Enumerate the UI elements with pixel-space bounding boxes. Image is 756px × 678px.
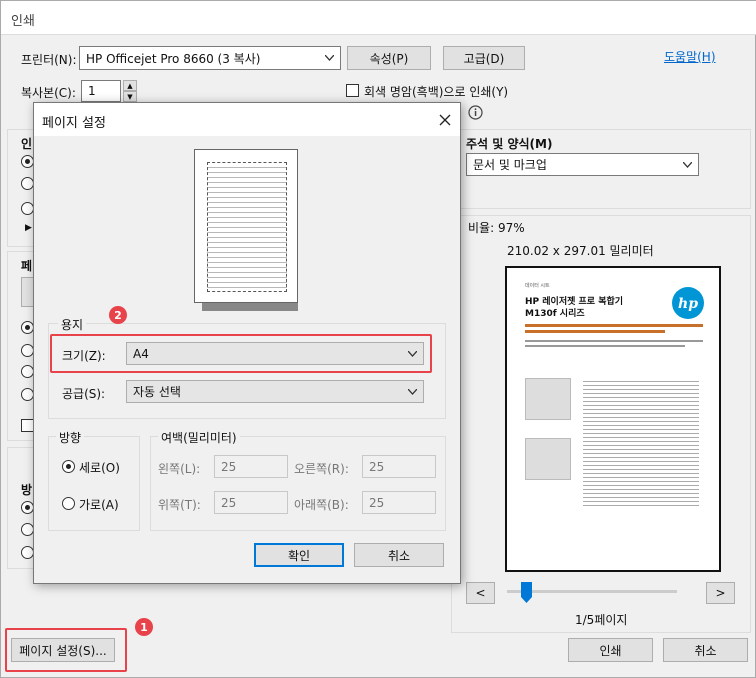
- portrait-label: 세로(O): [79, 461, 120, 475]
- source-select[interactable]: 자동 선택: [126, 380, 424, 403]
- chevron-down-icon: [408, 388, 417, 395]
- grayscale-checkbox[interactable]: [346, 84, 359, 97]
- preview-intro-line-2: [525, 330, 665, 333]
- page-handling-heading: 페: [21, 259, 33, 273]
- paper-group-label: 용지: [58, 316, 87, 333]
- print-window: 인쇄 프린터(N): HP Officejet Pro 8660 (3 복사) …: [0, 0, 756, 678]
- margins-group: [150, 436, 446, 531]
- right-margin-label: 오른쪽(R):: [294, 462, 349, 476]
- comments-select[interactable]: 문서 및 마크업: [466, 153, 699, 176]
- close-icon[interactable]: [439, 114, 451, 126]
- title-bar: 인쇄: [1, 1, 756, 35]
- highlight-size: [50, 334, 432, 373]
- left-margin-label: 왼쪽(L):: [158, 462, 201, 476]
- print-range-heading: 인: [21, 137, 33, 151]
- dialog-title: 페이지 설정: [42, 116, 106, 131]
- svg-text:hp: hp: [678, 296, 698, 312]
- help-link[interactable]: 도움말(H): [664, 48, 716, 65]
- comments-heading: 주석 및 양식(M): [466, 137, 553, 151]
- paper-preview: [194, 149, 298, 303]
- page-slider-thumb[interactable]: [521, 582, 532, 603]
- page-slider-track[interactable]: [507, 590, 677, 593]
- preview-text-line: [525, 345, 685, 347]
- scale-label: 비율: 97%: [468, 221, 525, 235]
- copies-label: 복사본(C):: [21, 86, 76, 100]
- preview-body-text: [583, 378, 699, 508]
- prev-page-button[interactable]: <: [466, 582, 495, 604]
- preview-doc-title-2: M130f 시리즈: [525, 309, 585, 319]
- step-badge-2: 2: [109, 306, 127, 324]
- properties-button[interactable]: 속성(P): [347, 46, 431, 70]
- top-margin-input[interactable]: 25: [214, 491, 288, 514]
- dialog-title-bar: 페이지 설정: [34, 103, 460, 136]
- window-title: 인쇄: [11, 14, 35, 29]
- printer-select[interactable]: HP Officejet Pro 8660 (3 복사): [79, 46, 341, 70]
- page-size-label: 210.02 x 297.01 밀리미터: [507, 244, 654, 258]
- bottom-margin-label: 아래쪽(B):: [294, 498, 349, 512]
- chevron-down-icon: [683, 161, 692, 168]
- landscape-radio[interactable]: [62, 497, 75, 510]
- highlight-page-setup: [5, 628, 127, 672]
- orientation-group: [48, 436, 140, 531]
- left-margin-input[interactable]: 25: [214, 455, 288, 478]
- page-indicator: 1/5페이지: [575, 613, 628, 627]
- right-margin-input[interactable]: 25: [362, 455, 436, 478]
- more-options-arrow-icon[interactable]: ▶: [25, 223, 32, 233]
- portrait-radio[interactable]: [62, 460, 75, 473]
- cancel-button[interactable]: 취소: [663, 638, 748, 662]
- preview-intro-line-1: [525, 324, 703, 327]
- page-setup-dialog: 페이지 설정 용지 2 크기(Z): A4 공급(S): 자동 선택 방향 세로…: [33, 102, 461, 584]
- preview-printer-image-1: [525, 378, 571, 420]
- copies-up-button[interactable]: ▲: [123, 80, 137, 91]
- step-badge-1: 1: [135, 618, 153, 636]
- hp-logo: hp: [672, 287, 704, 319]
- next-page-button[interactable]: >: [706, 582, 735, 604]
- preview-text-line: [525, 340, 703, 342]
- source-value: 자동 선택: [133, 385, 181, 399]
- ok-button[interactable]: 확인: [254, 543, 344, 567]
- copies-value: 1: [88, 84, 96, 98]
- copies-input[interactable]: 1: [81, 80, 121, 102]
- preview-doc-subtitle: 데이터 시트: [525, 283, 550, 289]
- advanced-button[interactable]: 고급(D): [443, 46, 525, 70]
- dialog-cancel-button[interactable]: 취소: [354, 543, 444, 567]
- chevron-down-icon: [325, 55, 334, 61]
- top-margin-label: 위쪽(T):: [158, 498, 201, 512]
- orientation-group-label: 방향: [56, 429, 85, 446]
- bottom-margin-input[interactable]: 25: [362, 491, 436, 514]
- info-icon[interactable]: [468, 105, 483, 120]
- grayscale-label: 회색 명암(흑백)으로 인쇄(Y): [364, 85, 509, 99]
- printer-selected-value: HP Officejet Pro 8660 (3 복사): [86, 51, 261, 66]
- preview-printer-image-2: [525, 438, 571, 480]
- paper-preview-margins: [207, 162, 287, 292]
- comments-selected-value: 문서 및 마크업: [473, 158, 547, 172]
- copies-down-button[interactable]: ▼: [123, 91, 137, 102]
- source-label: 공급(S):: [62, 387, 106, 401]
- landscape-label: 가로(A): [79, 498, 119, 512]
- print-button[interactable]: 인쇄: [568, 638, 653, 662]
- orientation-heading-main: 방: [21, 483, 33, 497]
- printer-label: 프린터(N):: [21, 53, 77, 67]
- print-preview: 데이터 시트 HP 레이저젯 프로 복합기 M130f 시리즈 hp: [505, 266, 721, 572]
- margins-group-label: 여백(밀리미터): [158, 429, 240, 446]
